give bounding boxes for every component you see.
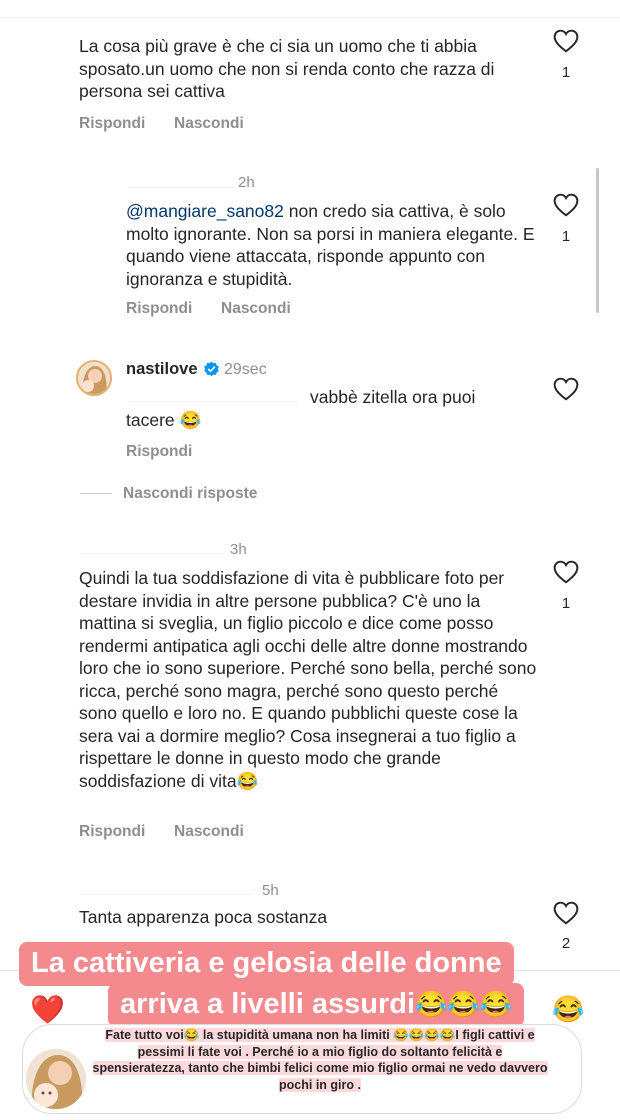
comment-time: 5h [262,882,279,899]
verified-badge-icon [204,361,219,377]
side-laughing-emoji: 😂 [552,994,585,1024]
hide-replies-button[interactable]: Nascondi risposte [123,485,257,503]
comment-text: @mangiare_sano82 non credo sia cattiva, … [126,200,536,290]
top-divider [0,0,620,18]
heart-icon[interactable] [553,377,579,401]
comment-text: Tanta apparenza poca sostanza [79,907,328,927]
caption-line-2: arriva a livelli assurdi😂😂😂 [108,983,525,1027]
hide-button[interactable]: Nascondi [174,115,244,133]
comment-time: 2h [238,174,255,191]
hide-button[interactable]: Nascondi [174,823,244,841]
caption-emojis: 😂😂😂 [415,989,513,1019]
laughing-emoji: 😂 [236,770,259,791]
caption-line-1: La cattiveria e gelosia delle donne [19,942,514,986]
comment-text-line2: tacere 😂 [126,409,201,432]
heart-emoji: ❤️ [30,994,65,1025]
redacted-mention [128,392,298,402]
username[interactable]: nastilove [126,360,198,379]
reply-button[interactable]: Rispondi [79,823,145,841]
reply-button[interactable]: Rispondi [126,300,192,318]
avatar[interactable] [76,360,112,396]
comment-body: Quindi la tua soddisfazione di vita è pu… [79,568,537,791]
redacted-username [82,885,252,895]
comment-time: 3h [230,541,247,558]
reply-message-text: Fate tutto voi😂 la stupidità umana non h… [92,1028,548,1092]
heart-icon[interactable] [553,193,579,217]
comment-text-line1: vabbè zitella ora puoi [310,387,476,407]
like-count: 1 [561,64,571,81]
like-count: 2 [561,935,571,952]
hide-button[interactable]: Nascondi [221,300,291,318]
reply-button[interactable]: Rispondi [126,443,192,461]
caption-text: arriva a livelli assurdi [120,988,416,1020]
comment-text-word: tacere [126,410,175,430]
reply-message: Fate tutto voi😂 la stupidità umana non h… [90,1027,550,1093]
like-count: 1 [561,595,571,612]
scrollbar[interactable] [596,168,599,313]
heart-icon[interactable] [553,560,579,584]
reply-avatar [26,1049,86,1109]
reply-button[interactable]: Rispondi [79,115,145,133]
redacted-username [128,178,233,188]
comment-text: La cosa più grave è che ci sia un uomo c… [79,36,495,101]
divider-line [80,493,112,494]
heart-icon[interactable] [553,29,579,53]
redacted-username [82,544,222,554]
like-count: 1 [561,228,571,245]
comment-time: 29sec [224,361,267,378]
laughing-emoji: 😂 [179,410,202,430]
mention-link[interactable]: @mangiare_sano82 [126,201,284,221]
comment-text: Quindi la tua soddisfazione di vita è pu… [79,567,539,792]
heart-icon[interactable] [553,901,579,925]
